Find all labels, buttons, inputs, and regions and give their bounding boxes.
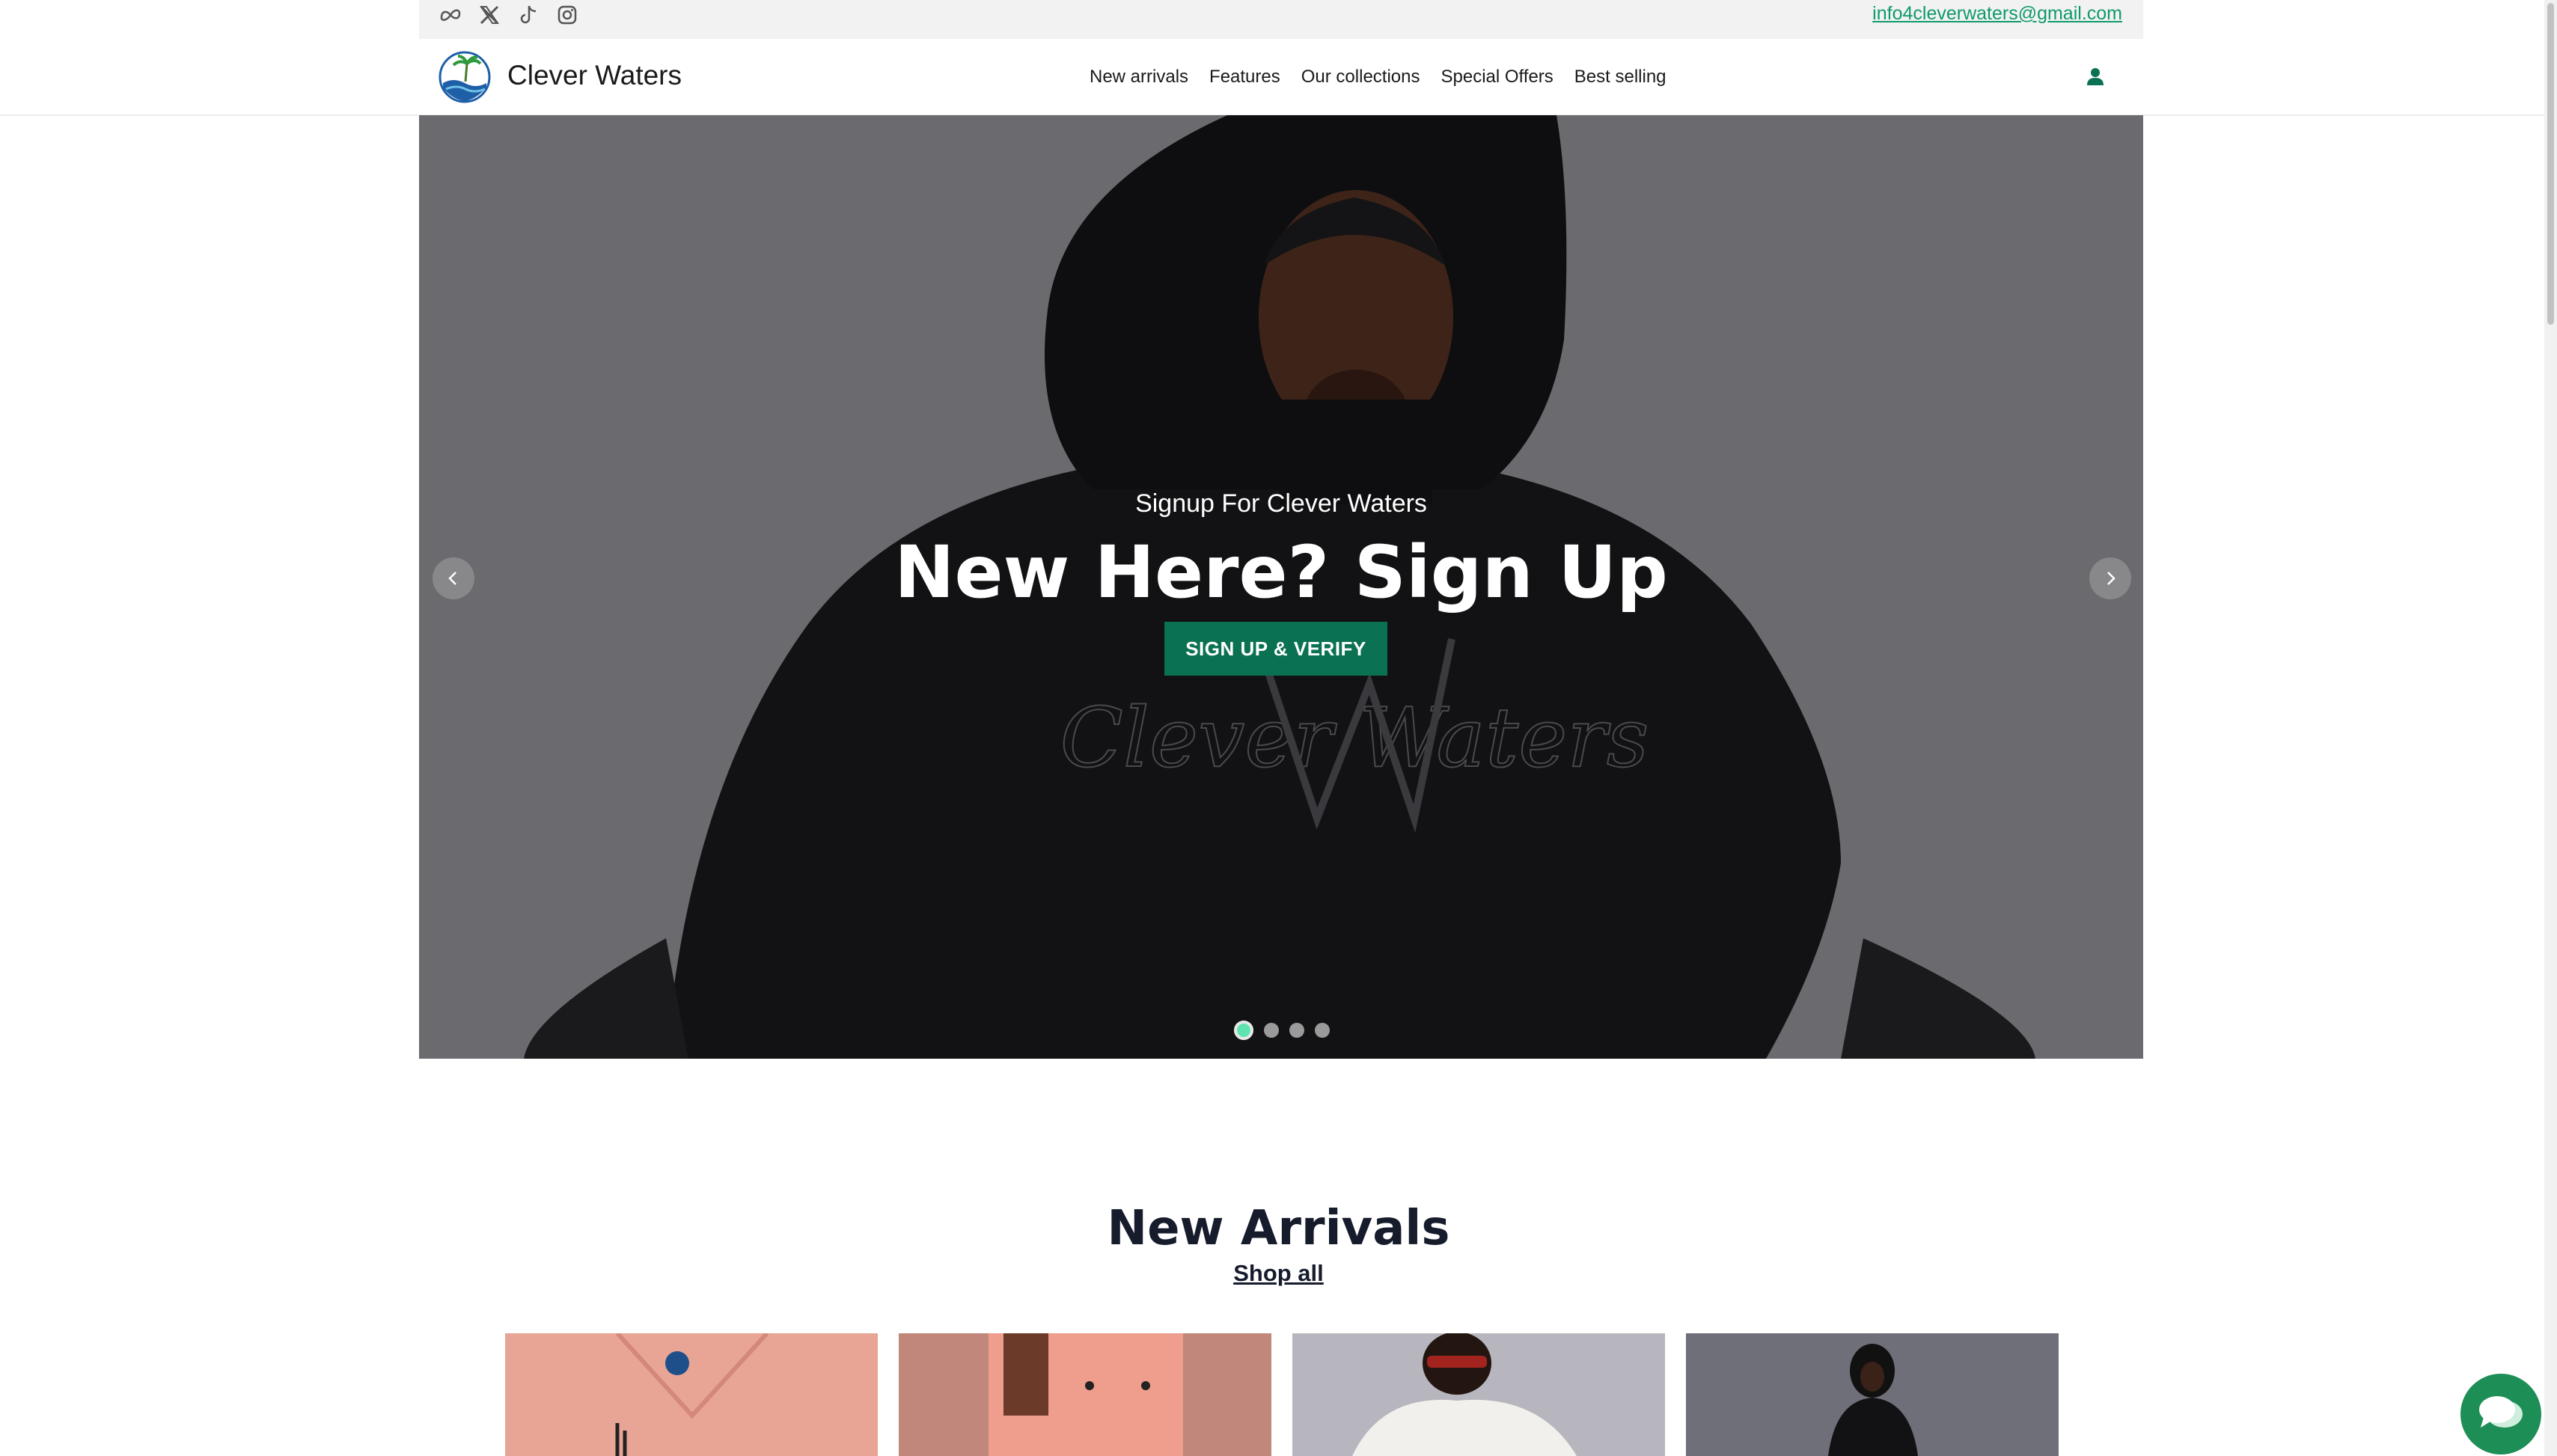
- nav-features[interactable]: Features: [1209, 67, 1280, 88]
- carousel-dot-2[interactable]: [1264, 1023, 1279, 1038]
- new-arrivals-title: New Arrivals: [1107, 1201, 1450, 1256]
- meta-icon[interactable]: [439, 3, 462, 27]
- hero-carousel: Clever Waters Signup For Clever Waters N…: [419, 115, 2143, 1059]
- nav-new-arrivals[interactable]: New arrivals: [1090, 67, 1188, 88]
- nav-our-collections[interactable]: Our collections: [1301, 67, 1420, 88]
- product-image: [1686, 1333, 2059, 1456]
- hero-subtitle: Signup For Clever Waters: [1135, 489, 1427, 518]
- carousel-dot-4[interactable]: [1315, 1023, 1330, 1038]
- signup-verify-button[interactable]: SIGN UP & VERIFY: [1164, 622, 1387, 676]
- clever-waters-logo[interactable]: [439, 50, 491, 104]
- product-image: [1292, 1333, 1665, 1456]
- main-nav: New arrivals Features Our collections Sp…: [1090, 67, 1667, 88]
- brand-name[interactable]: Clever Waters: [507, 60, 682, 91]
- chevron-right-icon: [2107, 572, 2115, 585]
- social-links: [439, 3, 579, 27]
- chevron-left-icon: [448, 572, 456, 585]
- hero-title: New Here? Sign Up: [894, 530, 1668, 614]
- shop-all-link[interactable]: Shop all: [0, 1260, 2557, 1287]
- product-image: [899, 1333, 1271, 1456]
- carousel-dots: [1234, 1021, 1330, 1040]
- site-header: Clever Waters New arrivals Features Our …: [419, 39, 2143, 115]
- nav-special-offers[interactable]: Special Offers: [1441, 67, 1553, 88]
- carousel-dot-3[interactable]: [1289, 1023, 1304, 1038]
- user-icon[interactable]: [2085, 66, 2106, 87]
- product-card[interactable]: [505, 1333, 878, 1456]
- svg-text:Clever Waters: Clever Waters: [1060, 690, 1649, 786]
- tiktok-icon[interactable]: [516, 3, 540, 27]
- product-card[interactable]: [899, 1333, 1271, 1456]
- chat-button[interactable]: [2460, 1374, 2541, 1455]
- nav-best-selling[interactable]: Best selling: [1574, 67, 1667, 88]
- product-grid: [505, 1333, 2059, 1456]
- contact-email-link[interactable]: info4cleverwaters@gmail.com: [1872, 3, 2122, 25]
- carousel-prev-button[interactable]: [433, 557, 474, 599]
- scrollbar-thumb[interactable]: [2547, 3, 2554, 325]
- product-card[interactable]: [1292, 1333, 1665, 1456]
- carousel-dot-1[interactable]: [1234, 1021, 1253, 1040]
- carousel-next-button[interactable]: [2089, 557, 2131, 599]
- chat-bubble-icon: [2479, 1396, 2523, 1428]
- product-image: [505, 1333, 878, 1456]
- instagram-icon[interactable]: [555, 3, 579, 27]
- product-card[interactable]: [1686, 1333, 2059, 1456]
- top-bar: info4cleverwaters@gmail.com: [419, 0, 2143, 39]
- x-icon[interactable]: [477, 3, 501, 27]
